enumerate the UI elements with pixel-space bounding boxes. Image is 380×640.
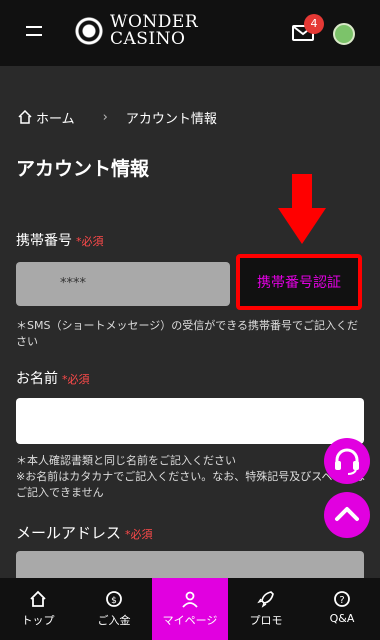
chevron-up-icon	[335, 507, 359, 521]
rocket-icon	[257, 591, 274, 608]
nav-qa[interactable]: ? Q&A	[304, 578, 380, 640]
phone-label-text: 携帯番号	[16, 233, 72, 249]
logo-text[interactable]: WONDER CASINO	[110, 14, 198, 48]
nav-mypage-label: マイページ	[162, 614, 218, 627]
phone-verify-label: 携帯番号認証	[257, 275, 341, 291]
chevron-right-icon: ›	[102, 109, 108, 125]
name-label: お名前 *必須	[16, 368, 90, 388]
menu-icon[interactable]	[26, 26, 42, 38]
phone-label: 携帯番号 *必須	[16, 230, 104, 250]
bottom-nav: トップ $ ご入金 マイページ プロモ ? Q&A	[0, 578, 380, 640]
breadcrumb-current: アカウント情報	[125, 111, 217, 127]
required-mark: *必須	[76, 235, 104, 248]
user-icon	[182, 591, 198, 608]
svg-text:?: ?	[339, 595, 344, 606]
logo-line-2: CASINO	[110, 29, 186, 49]
headset-icon	[335, 448, 359, 475]
question-icon: ?	[334, 591, 350, 607]
home-icon	[18, 110, 32, 124]
email-label-text: メールアドレス	[16, 524, 122, 542]
scroll-top-button[interactable]	[324, 492, 370, 538]
email-input[interactable]	[16, 551, 364, 581]
phone-input[interactable]: ****	[16, 262, 230, 306]
avatar[interactable]	[333, 23, 355, 45]
top-bar: WONDER CASINO 4	[0, 0, 380, 66]
required-mark: *必須	[62, 373, 90, 386]
name-note-1: ＊本人確認書類と同じ名前をご記入ください	[16, 454, 236, 467]
nav-deposit[interactable]: $ ご入金	[76, 578, 152, 640]
nav-promo[interactable]: プロモ	[228, 578, 304, 640]
email-label: メールアドレス *必須	[16, 522, 153, 543]
name-label-text: お名前	[16, 371, 58, 387]
nav-promo-label: プロモ	[249, 614, 283, 627]
page-title: アカウント情報	[16, 158, 150, 180]
breadcrumb-home[interactable]: ホーム	[36, 108, 75, 127]
breadcrumb: ホーム › アカウント情報	[18, 107, 217, 127]
support-button[interactable]	[324, 438, 370, 484]
down-arrow-icon	[278, 174, 326, 244]
name-input[interactable]	[16, 398, 364, 444]
nav-top[interactable]: トップ	[0, 578, 76, 640]
mail-badge: 4	[304, 14, 324, 34]
phone-verify-button[interactable]: 携帯番号認証	[236, 254, 362, 310]
nav-qa-label: Q&A	[329, 612, 355, 625]
nav-deposit-label: ご入金	[97, 614, 131, 627]
name-note-2: ※お名前はカタカナでご記入ください。なお、特殊記号及びスペースはご記入できません	[16, 470, 365, 499]
nav-top-label: トップ	[21, 614, 55, 627]
home-icon	[30, 590, 46, 607]
nav-mypage[interactable]: マイページ	[152, 578, 228, 640]
deposit-icon: $	[106, 591, 122, 607]
required-mark: *必須	[125, 528, 153, 541]
phone-input-value: ****	[60, 276, 86, 291]
logo-icon[interactable]	[70, 12, 108, 50]
phone-note: ＊SMS（ショートメッセージ）の受信ができる携帯番号でご記入ください	[16, 319, 359, 348]
svg-text:$: $	[111, 596, 117, 606]
